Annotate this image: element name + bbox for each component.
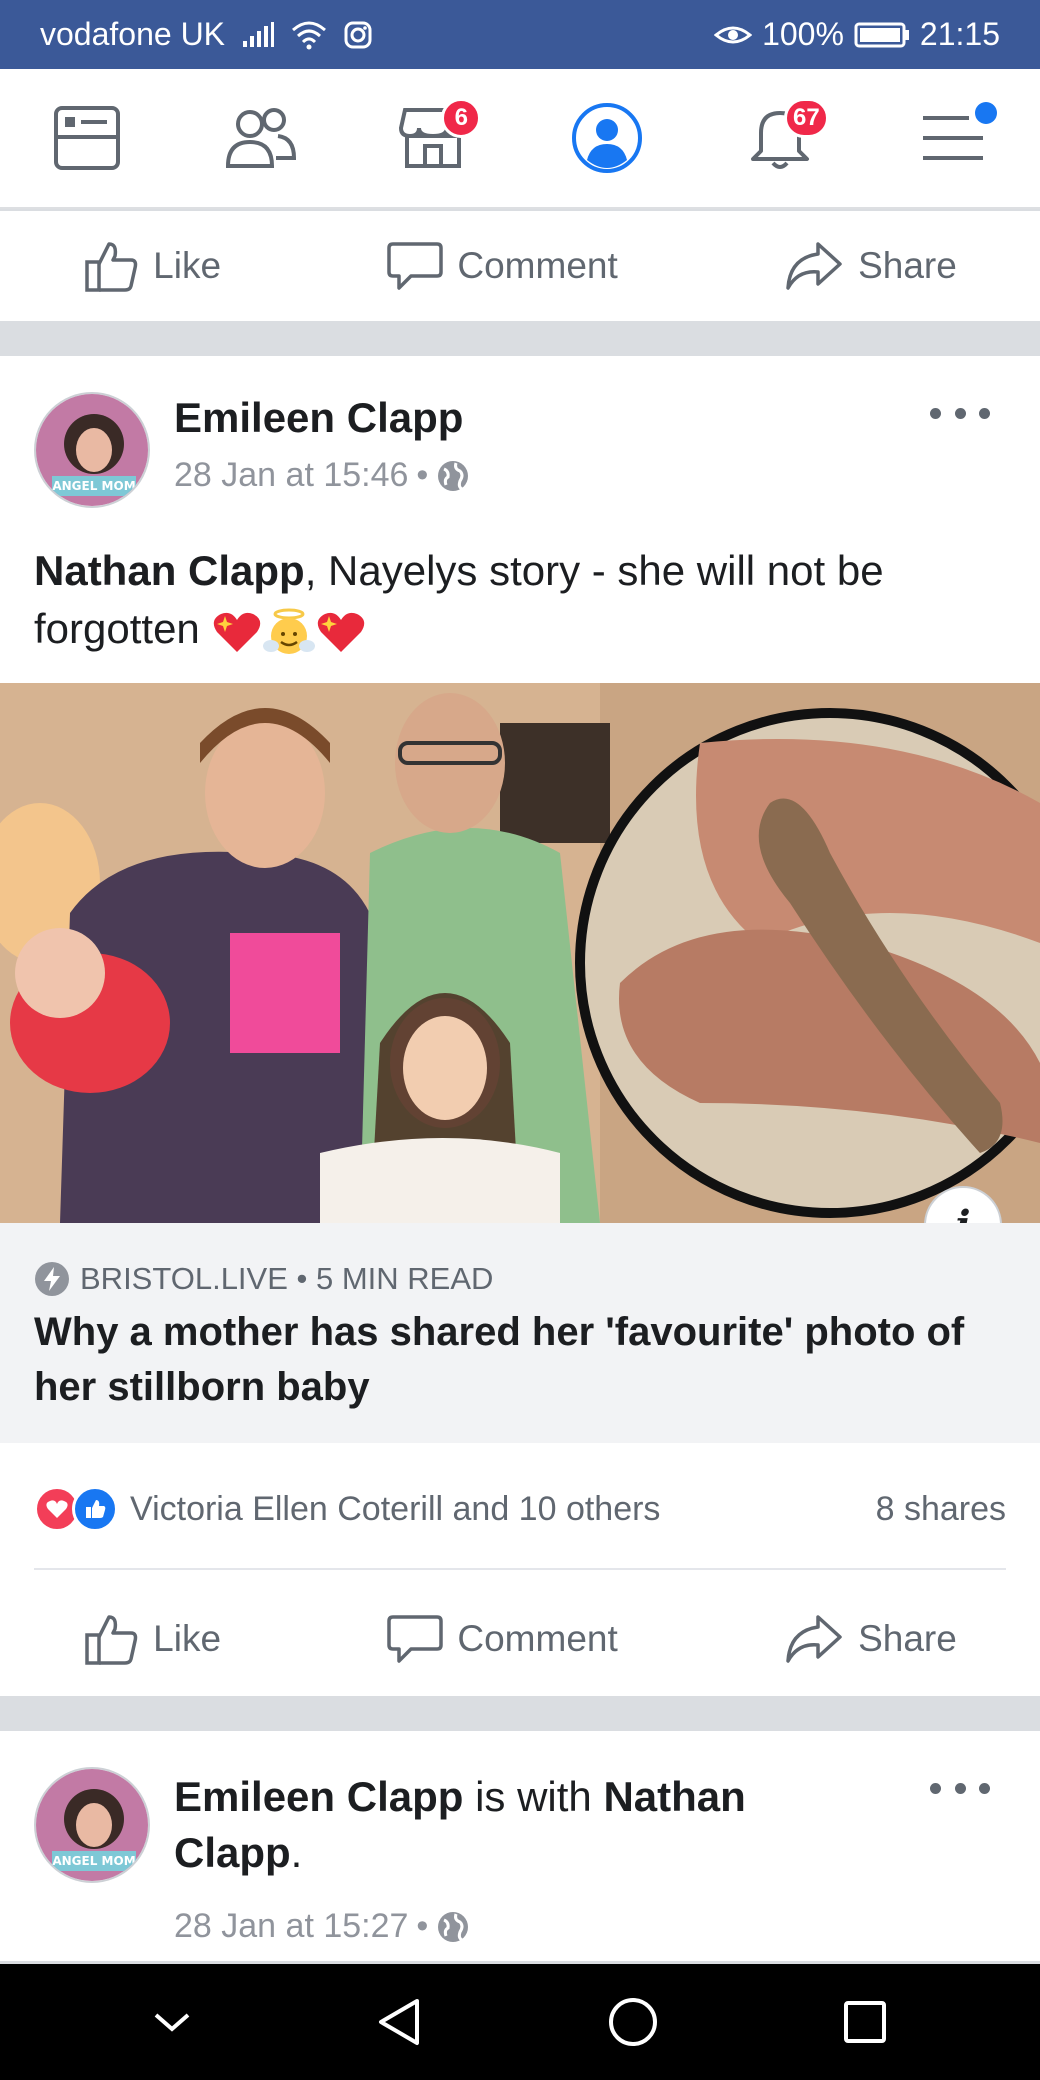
home-icon[interactable] — [607, 1996, 659, 2048]
post-meta: 28 Jan at 15:27 • — [174, 1907, 470, 1946]
news-feed-icon — [53, 106, 120, 170]
post-timestamp[interactable]: 28 Jan at 15:46 — [174, 456, 408, 495]
signal-icon — [241, 21, 275, 49]
angel-icon — [263, 608, 316, 654]
system-navigation-bar — [0, 1964, 1040, 2080]
share-label: Share — [858, 245, 957, 286]
more-options-button[interactable] — [930, 1773, 990, 1803]
tagged-user-lastname[interactable]: Clapp — [174, 1829, 291, 1876]
battery-percent: 100% — [762, 16, 844, 52]
shares-count[interactable]: 8 shares — [876, 1490, 1006, 1529]
sparkling-heart-icon — [214, 612, 261, 652]
like-label: Like — [153, 1618, 222, 1659]
post-actions: Like Comment Share — [0, 1586, 1040, 1692]
eye-icon — [714, 21, 753, 49]
meta-separator: • — [416, 456, 429, 494]
battery-icon — [854, 21, 910, 49]
reactions-summary[interactable]: Victoria Ellen Coterill and 10 others 8 … — [34, 1486, 1006, 1532]
post-author[interactable]: Emileen Clapp — [174, 394, 463, 442]
share-button[interactable]: Share — [784, 238, 957, 294]
post-author-line: Emileen Clapp is with Nathan Clapp. — [174, 1769, 934, 1881]
link-preview-image[interactable] — [0, 683, 1040, 1223]
news-feed-tab[interactable] — [37, 88, 137, 188]
clock: 21:15 — [919, 16, 1000, 52]
meta-separator: • — [416, 1907, 429, 1945]
mention-link[interactable]: Nathan Clapp — [34, 547, 305, 594]
like-label: Like — [153, 245, 222, 286]
post-text: Nathan Clapp, Nayelys story - she will n… — [34, 542, 1004, 658]
like-reaction-icon — [72, 1486, 118, 1532]
avatar-caption: ANGEL MOM — [52, 1854, 135, 1868]
back-icon[interactable] — [375, 1997, 423, 2047]
friends-icon — [225, 108, 296, 168]
post-meta: 28 Jan at 15:46 • — [174, 456, 470, 495]
profile-icon — [571, 103, 642, 173]
comment-label: Comment — [457, 1618, 618, 1659]
post-timestamp[interactable]: 28 Jan at 15:27 — [174, 1907, 408, 1946]
link-preview[interactable]: BRISTOL.LIVE • 5 MIN READ Why a mother h… — [0, 1223, 1040, 1443]
comment-label: Comment — [457, 245, 618, 286]
status-bar: vodafone UK 100% 21:15 — [0, 0, 1040, 69]
post-author[interactable]: Emileen Clapp — [174, 1773, 463, 1820]
comment-button[interactable]: Comment — [387, 238, 618, 294]
lightning-icon — [35, 1262, 69, 1296]
avatar[interactable]: ANGEL MOM — [34, 392, 150, 508]
collapse-icon[interactable] — [152, 2007, 192, 2037]
like-icon — [85, 242, 138, 292]
globe-icon — [438, 460, 469, 491]
post-card: ANGEL MOM Emileen Clapp 28 Jan at 15:46 … — [0, 356, 1040, 1696]
globe-icon — [438, 1911, 469, 1942]
instagram-icon — [343, 20, 373, 50]
divider — [34, 1568, 1006, 1570]
top-nav: 6 67 — [0, 69, 1040, 209]
carrier-label: vodafone UK — [40, 16, 226, 52]
friends-tab[interactable] — [210, 88, 310, 188]
share-button[interactable]: Share — [784, 1611, 957, 1667]
wifi-icon — [291, 20, 327, 50]
link-source-text: BRISTOL.LIVE • 5 MIN READ — [80, 1261, 494, 1296]
profile-tab[interactable] — [557, 88, 657, 188]
comment-icon — [387, 1615, 444, 1663]
sparkling-heart-icon — [318, 612, 365, 652]
menu-tab[interactable] — [903, 88, 1003, 188]
like-icon — [85, 1615, 138, 1665]
like-button[interactable]: Like — [83, 238, 221, 294]
previous-post-actions: Like Comment Share — [0, 211, 1040, 321]
avatar-caption: ANGEL MOM — [52, 479, 135, 493]
period: . — [290, 1829, 303, 1876]
link-source: BRISTOL.LIVE • 5 MIN READ — [34, 1261, 493, 1297]
recents-icon[interactable] — [842, 1999, 888, 2045]
share-icon — [786, 1615, 842, 1663]
notifications-badge: 67 — [783, 98, 829, 138]
share-label: Share — [858, 1618, 957, 1659]
comment-icon — [387, 242, 444, 290]
marketplace-badge: 6 — [441, 98, 482, 138]
link-headline[interactable]: Why a mother has shared her 'favourite' … — [34, 1305, 1014, 1415]
notifications-tab[interactable]: 67 — [730, 88, 830, 188]
reactions-text: Victoria Ellen Coterill and 10 others — [130, 1489, 661, 1528]
avatar[interactable]: ANGEL MOM — [34, 1767, 150, 1883]
menu-notification-dot — [975, 102, 998, 124]
with-text: is with — [463, 1773, 604, 1820]
post-card: ANGEL MOM Emileen Clapp is with Nathan Cl… — [0, 1731, 1040, 1961]
like-button[interactable]: Like — [83, 1611, 221, 1667]
tagged-user[interactable]: Nathan — [603, 1773, 745, 1820]
marketplace-tab[interactable]: 6 — [383, 88, 483, 188]
more-options-button[interactable] — [930, 398, 990, 428]
share-icon — [786, 242, 842, 290]
comment-button[interactable]: Comment — [387, 1611, 618, 1667]
